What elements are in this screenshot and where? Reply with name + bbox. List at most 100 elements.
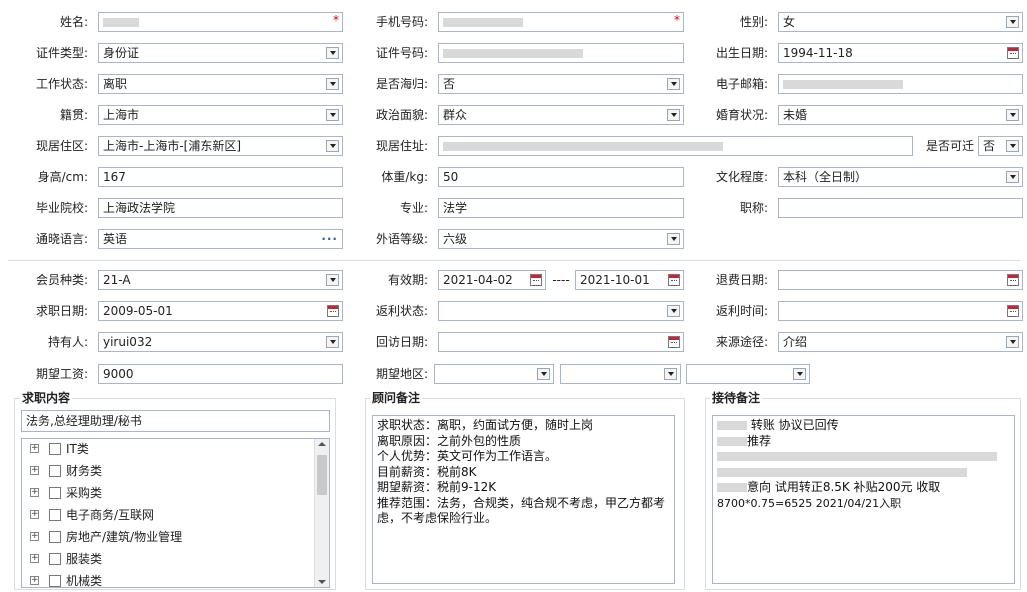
gender-select[interactable]: 女 <box>778 12 1023 32</box>
dropdown-arrow-icon[interactable] <box>326 78 339 90</box>
ellipsis-icon[interactable]: ··· <box>321 230 338 248</box>
blurred-idno <box>443 49 583 58</box>
member-type-select[interactable]: 21-A <box>98 270 343 290</box>
valid-label: 有效期: <box>387 273 428 287</box>
consultant-notes-textarea[interactable]: 求职状态：离职，约面试方便，随时上岗 离职原因：之前外包的性质 个人优势：英文可… <box>372 415 675 584</box>
valid-from-field[interactable]: 2021-04-02 <box>438 270 546 290</box>
dropdown-arrow-icon[interactable] <box>326 274 339 286</box>
scroll-thumb[interactable] <box>317 455 327 495</box>
native-select[interactable]: 上海市 <box>98 105 343 125</box>
rebate-status-select[interactable] <box>438 301 684 321</box>
dropdown-arrow-icon[interactable] <box>1006 16 1019 28</box>
dropdown-arrow-icon[interactable] <box>667 78 680 90</box>
checkbox-icon[interactable] <box>49 487 61 499</box>
expand-plus-icon[interactable]: + <box>30 532 39 541</box>
calendar-icon[interactable] <box>1007 305 1019 317</box>
rebate-time-label: 返利时间: <box>715 304 768 318</box>
expand-plus-icon[interactable]: + <box>30 510 39 519</box>
calendar-icon[interactable] <box>668 274 680 286</box>
reception-notes-textarea[interactable]: 转账 协议已回传 推荐 意向 试用转正8.5K 补贴200元 收取 8700*0… <box>712 415 1015 584</box>
calendar-icon[interactable] <box>1007 274 1019 286</box>
source-select[interactable]: 介绍 <box>778 332 1023 352</box>
calendar-icon[interactable] <box>530 274 542 286</box>
education-label: 文化程度: <box>715 170 768 184</box>
email-field[interactable] <box>778 74 1023 94</box>
dropdown-arrow-icon[interactable] <box>667 109 680 121</box>
dropdown-arrow-icon[interactable] <box>326 109 339 121</box>
expand-plus-icon[interactable]: + <box>30 488 39 497</box>
visit-date-field[interactable] <box>438 332 684 352</box>
phone-field[interactable]: * <box>438 12 684 32</box>
tree-scrollbar[interactable] <box>314 439 329 587</box>
education-select[interactable]: 本科（全日制） <box>778 167 1023 187</box>
blurred-text <box>717 467 967 477</box>
idno-field[interactable] <box>438 43 684 63</box>
dropdown-arrow-icon[interactable] <box>326 140 339 152</box>
dropdown-arrow-icon[interactable] <box>664 368 677 380</box>
dropdown-arrow-icon[interactable] <box>537 368 550 380</box>
checkbox-icon[interactable] <box>49 575 61 587</box>
holder-select[interactable]: yirui032 <box>98 332 343 352</box>
calendar-icon[interactable] <box>327 305 339 317</box>
marital-select[interactable]: 未婚 <box>778 105 1023 125</box>
rebate-time-field[interactable] <box>778 301 1023 321</box>
native-value: 上海市 <box>103 108 140 122</box>
title-field[interactable] <box>778 198 1023 218</box>
dropdown-arrow-icon[interactable] <box>667 233 680 245</box>
scroll-up-icon[interactable] <box>318 442 326 446</box>
job-category-tree[interactable]: + IT类 + 财务类 + 采购类 + 电子商务/互联网 + 房地产/建筑/物业… <box>21 438 330 588</box>
height-field[interactable]: 167 <box>98 167 343 187</box>
expand-plus-icon[interactable]: + <box>30 444 39 453</box>
title-label: 职称: <box>739 201 768 215</box>
weight-field[interactable]: 50 <box>438 167 684 187</box>
checkbox-icon[interactable] <box>49 553 61 565</box>
residence-select[interactable]: 上海市-上海市-[浦东新区] <box>98 136 343 156</box>
area-district-select[interactable] <box>686 364 810 384</box>
salary-field[interactable]: 9000 <box>98 364 343 384</box>
valid-to-field[interactable]: 2021-10-01 <box>575 270 684 290</box>
relocate-select[interactable]: 否 <box>978 136 1023 156</box>
reception-line <box>717 449 1010 465</box>
scroll-down-icon[interactable] <box>318 580 326 584</box>
major-field[interactable]: 法学 <box>438 198 684 218</box>
area-province-select[interactable] <box>434 364 554 384</box>
phone-label: 手机号码: <box>375 15 428 29</box>
dropdown-arrow-icon[interactable] <box>667 305 680 317</box>
birth-date-field[interactable]: 1994-11-18 <box>778 43 1023 63</box>
idtype-select[interactable]: 身份证 <box>98 43 343 63</box>
dropdown-arrow-icon[interactable] <box>1006 109 1019 121</box>
calendar-icon[interactable] <box>1007 47 1019 59</box>
jobdate-field[interactable]: 2009-05-01 <box>98 301 343 321</box>
school-field[interactable]: 上海政法学院 <box>98 198 343 218</box>
refund-date-field[interactable] <box>778 270 1023 290</box>
foreignlevel-select[interactable]: 六级 <box>438 229 684 249</box>
dropdown-arrow-icon[interactable] <box>793 368 806 380</box>
checkbox-icon[interactable] <box>49 465 61 477</box>
checkbox-icon[interactable] <box>49 531 61 543</box>
returnee-select[interactable]: 否 <box>438 74 684 94</box>
checkbox-icon[interactable] <box>49 443 61 455</box>
expand-plus-icon[interactable]: + <box>30 576 39 585</box>
blurred-text <box>717 483 747 492</box>
dropdown-arrow-icon[interactable] <box>326 47 339 59</box>
political-value: 群众 <box>443 108 468 122</box>
political-select[interactable]: 群众 <box>438 105 684 125</box>
relocate-label: 是否可迁 <box>925 139 974 153</box>
marital-label: 婚育状况: <box>715 108 768 122</box>
idtype-label: 证件类型: <box>35 46 88 60</box>
tree-item-label: 采购类 <box>66 486 103 500</box>
expand-plus-icon[interactable]: + <box>30 554 39 563</box>
language-picker[interactable]: 英语 ··· <box>98 229 343 249</box>
workstatus-select[interactable]: 离职 <box>98 74 343 94</box>
dropdown-arrow-icon[interactable] <box>1006 171 1019 183</box>
calendar-icon[interactable] <box>668 336 680 348</box>
checkbox-icon[interactable] <box>49 509 61 521</box>
area-city-select[interactable] <box>560 364 681 384</box>
expand-plus-icon[interactable]: + <box>30 466 39 475</box>
dropdown-arrow-icon[interactable] <box>1006 336 1019 348</box>
job-selected-field[interactable]: 法务,总经理助理/秘书 <box>21 410 330 432</box>
address-field[interactable] <box>438 136 913 156</box>
name-field[interactable]: * <box>98 12 343 32</box>
dropdown-arrow-icon[interactable] <box>1006 140 1019 152</box>
dropdown-arrow-icon[interactable] <box>326 336 339 348</box>
